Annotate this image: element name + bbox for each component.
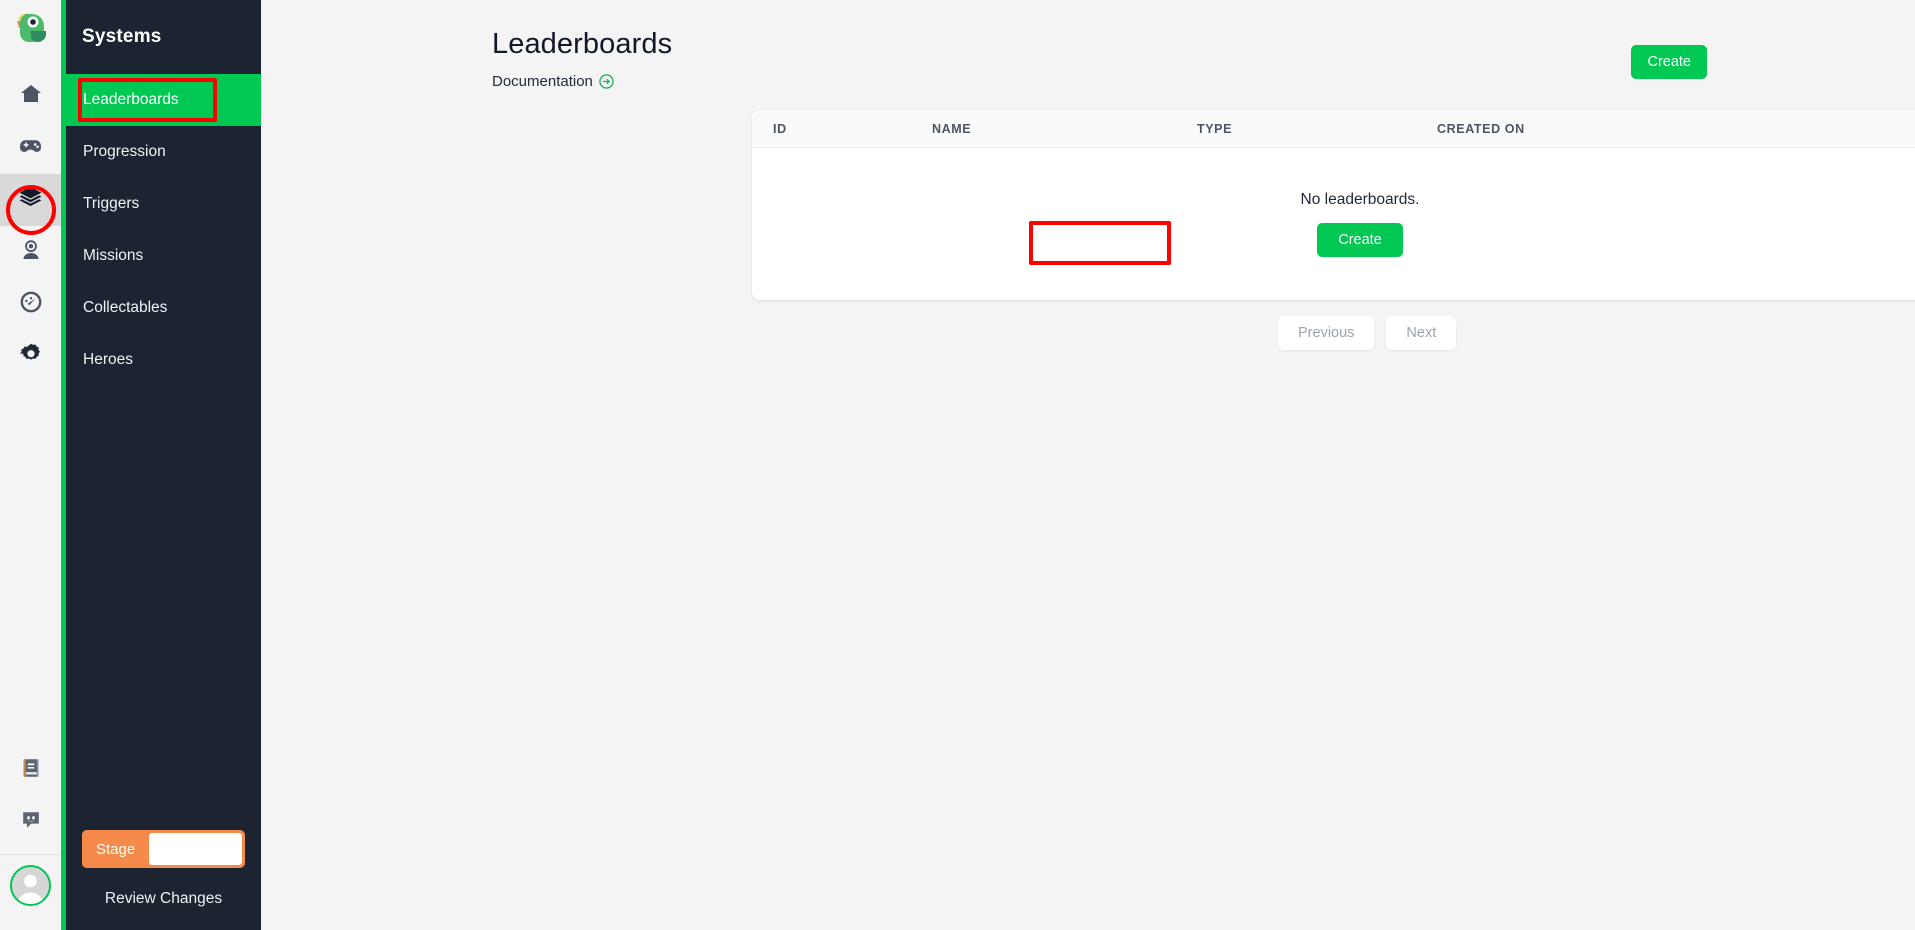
user-avatar[interactable]: [10, 865, 51, 906]
documentation-label: Documentation: [492, 73, 593, 90]
sidebar-item-collectables[interactable]: Collectables: [66, 282, 261, 334]
rail-accent-stripe: [61, 0, 66, 930]
table-column-header-created-on: CREATED ON: [1437, 121, 1525, 136]
sidebar-item-label: Leaderboards: [83, 91, 179, 108]
sidebar-item-label: Progression: [83, 143, 166, 160]
rail-divider: [0, 854, 61, 855]
table-column-header-type: TYPE: [1197, 121, 1233, 136]
main-content: Leaderboards Documentation Create ID NAM…: [261, 0, 1915, 930]
sidebar-item-heroes[interactable]: Heroes: [66, 334, 261, 386]
create-button-empty-state[interactable]: Create: [1317, 223, 1403, 257]
stage-label: Stage: [82, 830, 150, 868]
previous-page-button[interactable]: Previous: [1278, 316, 1375, 350]
sidebar: Systems Leaderboards Progression Trigger…: [66, 0, 261, 930]
sidebar-item-leaderboards[interactable]: Leaderboards: [66, 74, 261, 126]
table-column-header-id: ID: [773, 121, 787, 136]
sidebar-item-missions[interactable]: Missions: [66, 230, 261, 282]
next-page-button[interactable]: Next: [1386, 316, 1457, 350]
table-header-row: ID NAME TYPE CREATED ON: [752, 110, 1915, 148]
table-empty-state: No leaderboards. Create: [752, 148, 1915, 300]
stage-selector[interactable]: Stage: [82, 830, 245, 868]
rail-item-systems[interactable]: [0, 174, 61, 226]
user-circle-icon: [19, 238, 43, 267]
rail-item-games[interactable]: [0, 122, 61, 174]
table-column-header-name: NAME: [932, 121, 972, 136]
gamepad-icon: [18, 133, 43, 163]
rail-item-settings[interactable]: [0, 330, 61, 382]
sidebar-title: Systems: [82, 26, 162, 47]
parrot-logo[interactable]: [9, 6, 53, 50]
rail-secondary-group: [0, 744, 61, 930]
icon-rail: [0, 0, 61, 930]
sidebar-footer: Stage Review Changes: [66, 830, 261, 930]
gear-icon: [19, 342, 43, 371]
review-changes-link[interactable]: Review Changes: [66, 890, 261, 908]
create-button-top[interactable]: Create: [1631, 45, 1707, 79]
layers-icon: [18, 185, 43, 215]
sidebar-item-label: Missions: [83, 247, 144, 264]
pagination: Previous Next: [1278, 316, 1457, 350]
stage-value[interactable]: [149, 833, 242, 865]
rail-item-docs[interactable]: [0, 744, 61, 796]
rail-primary-group: [0, 70, 61, 382]
sidebar-item-triggers[interactable]: Triggers: [66, 178, 261, 230]
book-icon: [20, 757, 42, 784]
rail-item-home[interactable]: [0, 70, 61, 122]
leaderboards-table-card: ID NAME TYPE CREATED ON No leaderboards.…: [752, 110, 1915, 300]
app-root: Systems Leaderboards Progression Trigger…: [0, 0, 1915, 930]
sidebar-nav: Leaderboards Progression Triggers Missio…: [66, 74, 261, 386]
gauge-icon: [19, 290, 43, 319]
discord-icon: [20, 809, 42, 836]
documentation-link[interactable]: Documentation: [492, 73, 614, 90]
rail-item-players[interactable]: [0, 226, 61, 278]
empty-state-text: No leaderboards.: [1300, 191, 1420, 208]
rail-item-analytics[interactable]: [0, 278, 61, 330]
sidebar-item-label: Triggers: [83, 195, 140, 212]
home-icon: [19, 82, 43, 111]
sidebar-item-progression[interactable]: Progression: [66, 126, 261, 178]
sidebar-item-label: Heroes: [83, 351, 133, 368]
rail-item-discord[interactable]: [0, 796, 61, 848]
sidebar-item-label: Collectables: [83, 299, 168, 316]
arrow-right-circle-icon: [599, 74, 614, 89]
